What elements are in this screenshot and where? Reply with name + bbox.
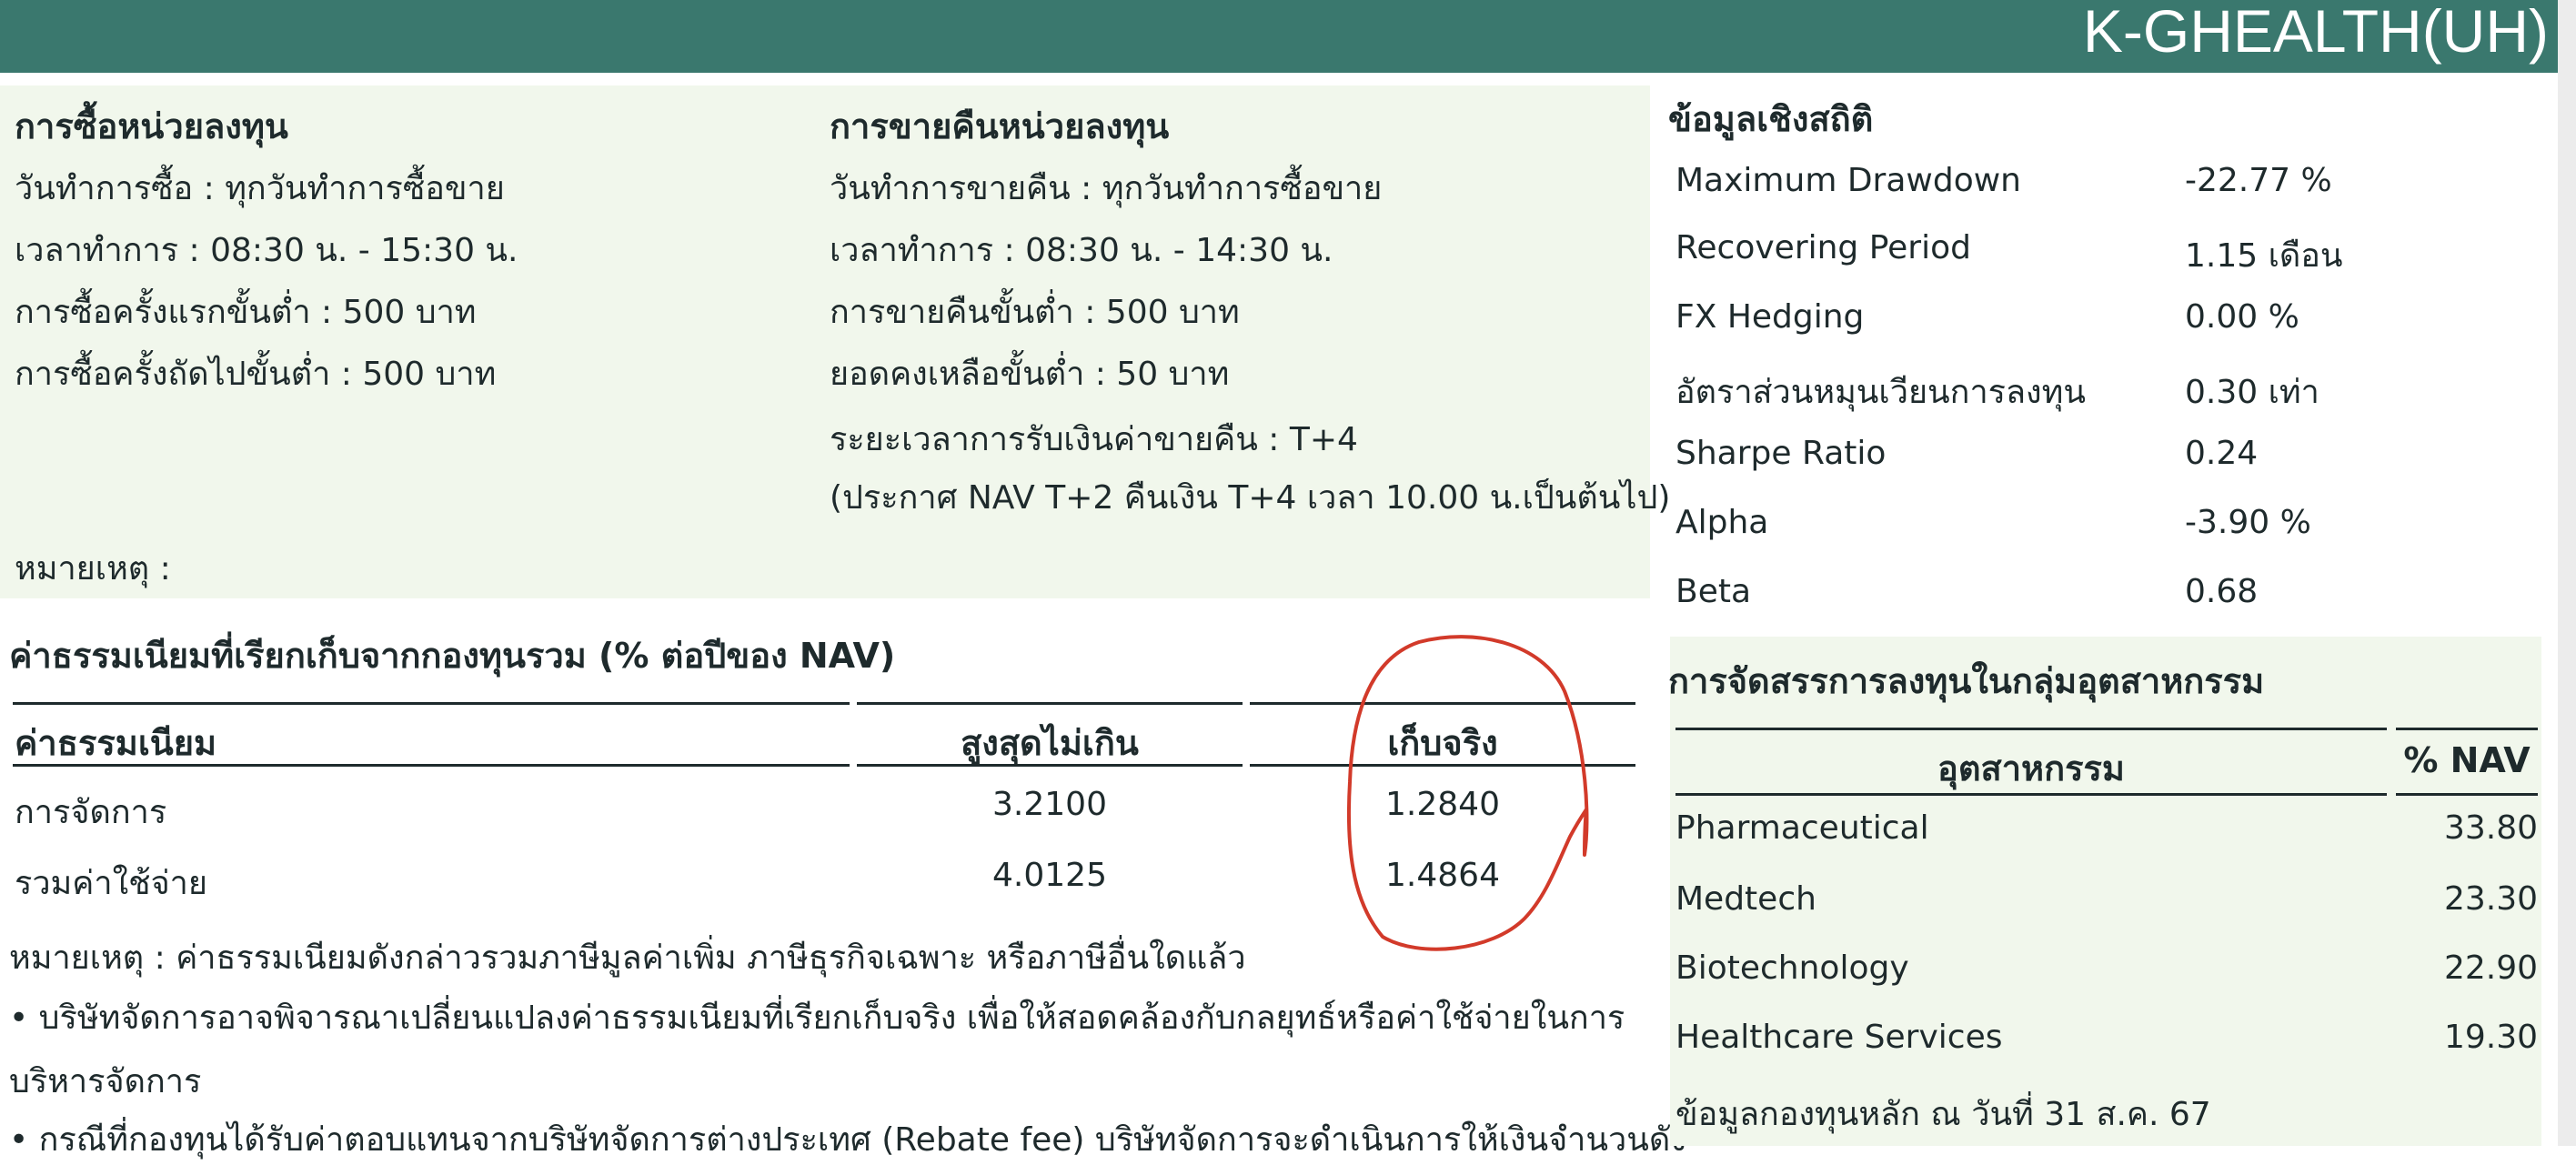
industry-row-pct: 23.30 — [2443, 880, 2538, 918]
fees-row-name: รวมค่าใช้จ่าย — [15, 865, 207, 902]
industry-header-name: อุตสาหกรรม — [1937, 748, 2125, 788]
industry-table-top-rule — [1675, 728, 2387, 730]
fees-bullet: • บริษัทจัดการอาจพิจารณาเปลี่ยนแปลงค่าธร… — [9, 999, 1625, 1037]
fund-name: K-GHEALTH(UH) — [2082, 0, 2549, 65]
trade-note: หมายเหตุ : — [15, 550, 171, 588]
fees-table-header-rule — [1250, 764, 1635, 767]
industry-header-pct: % NAV — [2403, 740, 2531, 780]
redemption-line: ระยะเวลาการรับเงินค่าขายคืน : T+4 — [830, 421, 1358, 458]
stats-value: -22.77 % — [2185, 162, 2332, 199]
industry-row-pct: 33.80 — [2443, 809, 2538, 847]
stats-label: อัตราส่วนหมุนเวียนการลงทุน — [1675, 374, 2086, 411]
fees-row-actual: 1.4864 — [1385, 857, 1500, 894]
stats-label: FX Hedging — [1675, 298, 1865, 336]
fees-header-name: ค่าธรรมเนียม — [15, 723, 217, 763]
fees-header-actual: เก็บจริง — [1387, 723, 1498, 763]
redemption-title: การขายคืนหน่วยลงทุน — [830, 106, 1170, 146]
stats-label: Sharpe Ratio — [1675, 435, 1887, 472]
fees-table-top-rule — [1250, 702, 1635, 705]
fees-table-header-rule — [13, 764, 850, 767]
fees-title: ค่าธรรมเนียมที่เรียกเก็บจากกองทุนรวม (% … — [9, 636, 896, 676]
purchase-line: เวลาทำการ : 08:30 น. - 15:30 น. — [15, 232, 518, 269]
stats-value: 0.68 — [2185, 573, 2259, 610]
header-bar: K-GHEALTH(UH) — [0, 0, 2558, 73]
industry-table-header-rule — [1675, 793, 2387, 796]
stats-label: Recovering Period — [1675, 229, 1971, 266]
redemption-line: การขายคืนขั้นต่ำ : 500 บาท — [830, 294, 1240, 331]
industry-row-name: Biotechnology — [1675, 949, 1909, 987]
right-edge-strip — [2558, 0, 2576, 1146]
purchase-title: การซื้อหน่วยลงทุน — [15, 106, 288, 146]
redemption-line: วันทำการขายคืน : ทุกวันทำการซื้อขาย — [830, 170, 1383, 207]
redemption-line: (ประกาศ NAV T+2 คืนเงิน T+4 เวลา 10.00 น… — [830, 479, 1671, 517]
fees-bullet-continued: บริหารจัดการ — [9, 1063, 202, 1100]
industry-row-name: Pharmaceutical — [1675, 809, 1929, 847]
stats-value: -3.90 % — [2185, 504, 2311, 541]
purchase-line: การซื้อครั้งแรกขั้นต่ำ : 500 บาท — [15, 294, 477, 331]
fees-row-max: 3.2100 — [992, 786, 1107, 823]
industry-table-header-rule — [2396, 793, 2538, 796]
fees-note: หมายเหตุ : ค่าธรรมเนียมดังกล่าวรวมภาษีมู… — [9, 939, 1246, 977]
industry-row-name: Medtech — [1675, 880, 1816, 918]
redemption-line: ยอดคงเหลือขั้นต่ำ : 50 บาท — [830, 356, 1230, 393]
stats-value: 0.30 เท่า — [2185, 374, 2319, 411]
fees-table-header-rule — [857, 764, 1243, 767]
fees-table-top-rule — [857, 702, 1243, 705]
redemption-line: เวลาทำการ : 08:30 น. - 14:30 น. — [830, 232, 1333, 269]
stats-label: Beta — [1675, 573, 1752, 610]
stats-value: 0.24 — [2185, 435, 2259, 472]
stats-value: 0.00 % — [2185, 298, 2299, 336]
fees-header-max: สูงสุดไม่เกิน — [961, 723, 1139, 763]
stats-value: 1.15 เดือน — [2185, 237, 2343, 275]
industry-footer: ข้อมูลกองทุนหลัก ณ วันที่ 31 ส.ค. 67 — [1675, 1096, 2211, 1133]
purchase-line: วันทำการซื้อ : ทุกวันทำการซื้อขาย — [15, 170, 505, 207]
industry-title: การจัดสรรการลงทุนในกลุ่มอุตสาหกรรม — [1668, 661, 2265, 701]
industry-row-name: Healthcare Services — [1675, 1019, 2003, 1056]
industry-row-pct: 22.90 — [2443, 949, 2538, 987]
fees-table-top-rule — [13, 702, 850, 705]
fees-row-max: 4.0125 — [992, 857, 1107, 894]
industry-row-pct: 19.30 — [2443, 1019, 2538, 1056]
fees-row-actual: 1.2840 — [1385, 786, 1500, 823]
industry-table-top-rule — [2396, 728, 2538, 730]
stats-label: Maximum Drawdown — [1675, 162, 2021, 199]
stats-title: ข้อมูลเชิงสถิติ — [1668, 99, 1874, 139]
fees-bullet: • กรณีที่กองทุนได้รับค่าตอบแทนจากบริษัทจ… — [9, 1121, 1686, 1159]
stats-label: Alpha — [1675, 504, 1769, 541]
fees-row-name: การจัดการ — [15, 794, 167, 831]
purchase-line: การซื้อครั้งถัดไปขั้นต่ำ : 500 บาท — [15, 356, 497, 393]
